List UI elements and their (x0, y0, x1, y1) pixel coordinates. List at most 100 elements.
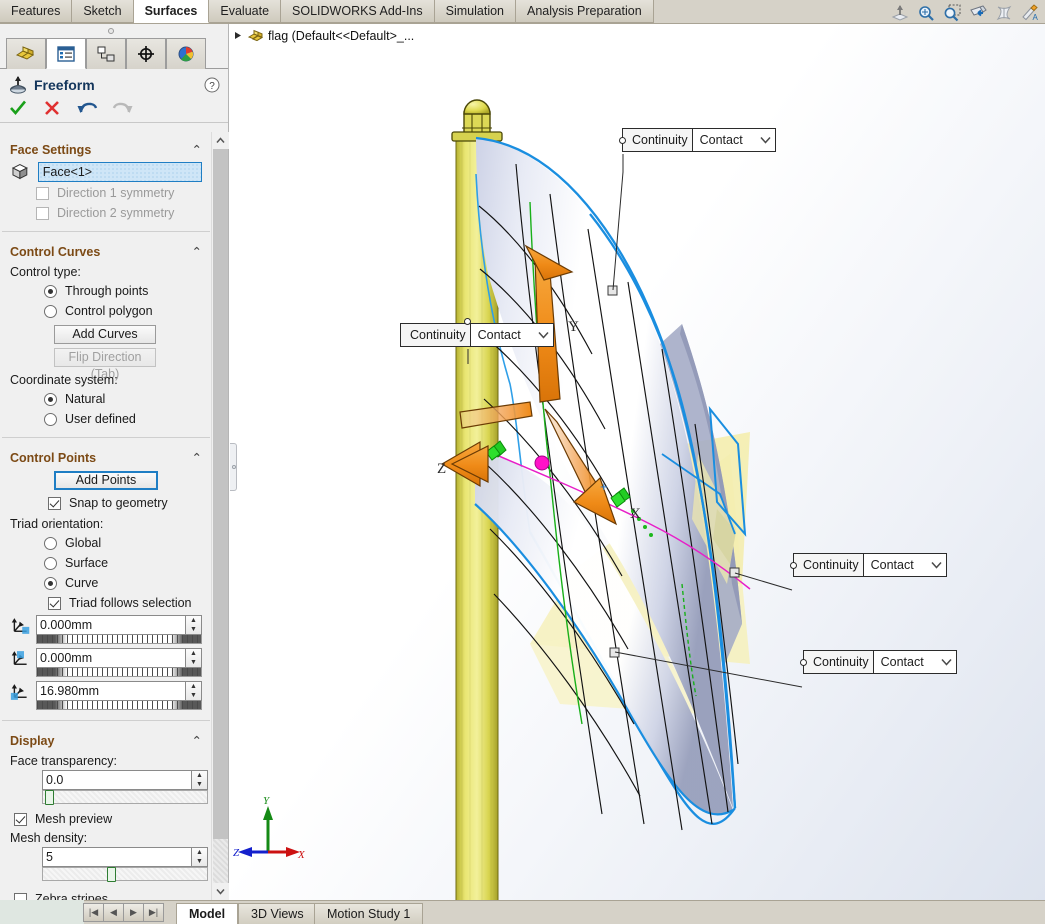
triad-z-input[interactable] (37, 682, 177, 700)
control-points-header[interactable]: Control Points ⌃ (8, 446, 204, 469)
freeform-surface[interactable] (475, 138, 750, 830)
zebra-stripes-checkbox[interactable] (14, 893, 27, 901)
property-manager-tab[interactable] (46, 38, 86, 69)
chevron-up-icon[interactable]: ⌃ (192, 733, 202, 748)
scroll-down-arrow[interactable] (212, 883, 229, 900)
scroll-up-arrow[interactable] (212, 132, 229, 149)
view-orientation-icon[interactable] (967, 3, 989, 23)
triad-y-spinner[interactable]: ▲▼ (185, 649, 201, 667)
triad-curve-row[interactable]: Curve (42, 573, 204, 593)
snap-to-geometry-checkbox[interactable] (48, 497, 61, 510)
graphics-area[interactable]: flag (Default<<Default>_... (230, 24, 1045, 900)
nav-last-button[interactable]: ▶| (143, 903, 164, 922)
through-points-row[interactable]: Through points (42, 281, 204, 301)
control-polygon-radio[interactable] (44, 305, 57, 318)
chevron-up-icon[interactable]: ⌃ (192, 244, 202, 259)
control-curves-header[interactable]: Control Curves ⌃ (8, 240, 204, 263)
chevron-down-icon[interactable] (760, 136, 771, 144)
triad-x-input[interactable] (37, 616, 177, 634)
face-selection-input[interactable]: Face<1> (38, 162, 202, 182)
panel-scroll-thumb[interactable] (213, 149, 228, 839)
mesh-density-field[interactable]: ▲▼ (42, 847, 208, 867)
direction1-symmetry-checkbox[interactable] (36, 187, 49, 200)
tab-sketch[interactable]: Sketch (72, 0, 133, 23)
triad-z-field[interactable]: ▲▼ (36, 681, 202, 701)
tab-features[interactable]: Features (0, 0, 72, 23)
apply-scene-icon[interactable]: A (1019, 3, 1041, 23)
help-icon[interactable]: ? (204, 77, 220, 93)
tab-analysis-preparation[interactable]: Analysis Preparation (516, 0, 654, 23)
through-points-radio[interactable] (44, 285, 57, 298)
continuity-callout-3[interactable]: Continuity Contact (793, 553, 947, 577)
tab-surfaces[interactable]: Surfaces (134, 0, 210, 23)
undo-button[interactable] (76, 98, 98, 118)
tab-evaluate[interactable]: Evaluate (209, 0, 281, 23)
chevron-down-icon[interactable] (538, 331, 549, 339)
global-radio[interactable] (44, 537, 57, 550)
panel-scrollbar[interactable] (211, 132, 228, 900)
tab-solidworks-add-ins[interactable]: SOLIDWORKS Add-Ins (281, 0, 435, 23)
add-curves-button[interactable]: Add Curves (54, 325, 156, 344)
triad-follows-selection-row[interactable]: Triad follows selection (46, 593, 204, 613)
continuity-dropdown[interactable]: Contact (692, 128, 776, 152)
nav-first-button[interactable]: |◀ (83, 903, 104, 922)
zoom-in-out-icon[interactable] (941, 3, 963, 23)
triad-y-field[interactable]: ▲▼ (36, 648, 202, 668)
display-style-icon[interactable] (993, 3, 1015, 23)
panel-scroll-track[interactable] (213, 839, 228, 883)
bottom-tab-motion-study[interactable]: Motion Study 1 (314, 903, 423, 924)
continuity-dropdown[interactable]: Contact (873, 650, 957, 674)
graphics-splitter-handle[interactable] (230, 443, 237, 491)
triad-y-slider[interactable] (36, 668, 202, 677)
bottom-tab-3d-views[interactable]: 3D Views (238, 903, 317, 924)
mesh-density-slider[interactable] (42, 867, 208, 881)
tab-simulation[interactable]: Simulation (435, 0, 516, 23)
direction2-symmetry-row[interactable]: Direction 2 symmetry (34, 203, 204, 223)
chevron-down-icon[interactable] (931, 561, 942, 569)
curve-radio[interactable] (44, 577, 57, 590)
ok-button[interactable] (8, 98, 28, 118)
face-transparency-slider[interactable] (42, 790, 208, 804)
surface-radio[interactable] (44, 557, 57, 570)
face-transparency-field[interactable]: ▲▼ (42, 770, 208, 790)
triad-z-slider[interactable] (36, 701, 202, 710)
model-viewport[interactable]: Z X Y (230, 24, 1045, 900)
continuity-callout-2[interactable]: Continuity Contact (400, 323, 554, 347)
nav-next-button[interactable]: ▶ (123, 903, 144, 922)
direction1-symmetry-row[interactable]: Direction 1 symmetry (34, 183, 204, 203)
nav-prev-button[interactable]: ◀ (103, 903, 124, 922)
triad-x-spinner[interactable]: ▲▼ (185, 616, 201, 634)
user-defined-coordinate-row[interactable]: User defined (42, 409, 204, 429)
dimxpert-manager-tab[interactable] (126, 38, 166, 69)
display-header[interactable]: Display ⌃ (8, 729, 204, 752)
face-settings-header[interactable]: Face Settings ⌃ (8, 138, 204, 161)
continuity-callout-1[interactable]: Continuity Contact (622, 128, 776, 152)
continuity-dropdown[interactable]: Contact (863, 553, 947, 577)
feature-manager-tab[interactable] (6, 38, 46, 69)
direction2-symmetry-checkbox[interactable] (36, 207, 49, 220)
natural-coordinate-row[interactable]: Natural (42, 389, 204, 409)
mesh-preview-checkbox[interactable] (14, 813, 27, 826)
display-manager-tab[interactable] (166, 38, 206, 69)
natural-radio[interactable] (44, 393, 57, 406)
control-polygon-row[interactable]: Control polygon (42, 301, 204, 321)
triad-z-spinner[interactable]: ▲▼ (185, 682, 201, 700)
zebra-stripes-row[interactable]: Zebra stripes (12, 889, 204, 900)
triad-global-row[interactable]: Global (42, 533, 204, 553)
triad-follows-selection-checkbox[interactable] (48, 597, 61, 610)
continuity-dropdown[interactable]: Contact (470, 323, 554, 347)
chevron-up-icon[interactable]: ⌃ (192, 450, 202, 465)
mesh-density-input[interactable] (43, 848, 183, 866)
triad-surface-row[interactable]: Surface (42, 553, 204, 573)
triad-x-field[interactable]: ▲▼ (36, 615, 202, 635)
panel-grip[interactable] (0, 24, 228, 38)
face-transparency-spinner[interactable]: ▲▼ (191, 771, 207, 789)
configuration-manager-tab[interactable] (86, 38, 126, 69)
snap-to-geometry-row[interactable]: Snap to geometry (46, 493, 204, 513)
mesh-density-spinner[interactable]: ▲▼ (191, 848, 207, 866)
face-transparency-input[interactable] (43, 771, 183, 789)
zoom-area-icon[interactable] (915, 3, 937, 23)
user-defined-radio[interactable] (44, 413, 57, 426)
bottom-tab-model[interactable]: Model (176, 903, 238, 924)
continuity-callout-4[interactable]: Continuity Contact (803, 650, 957, 674)
